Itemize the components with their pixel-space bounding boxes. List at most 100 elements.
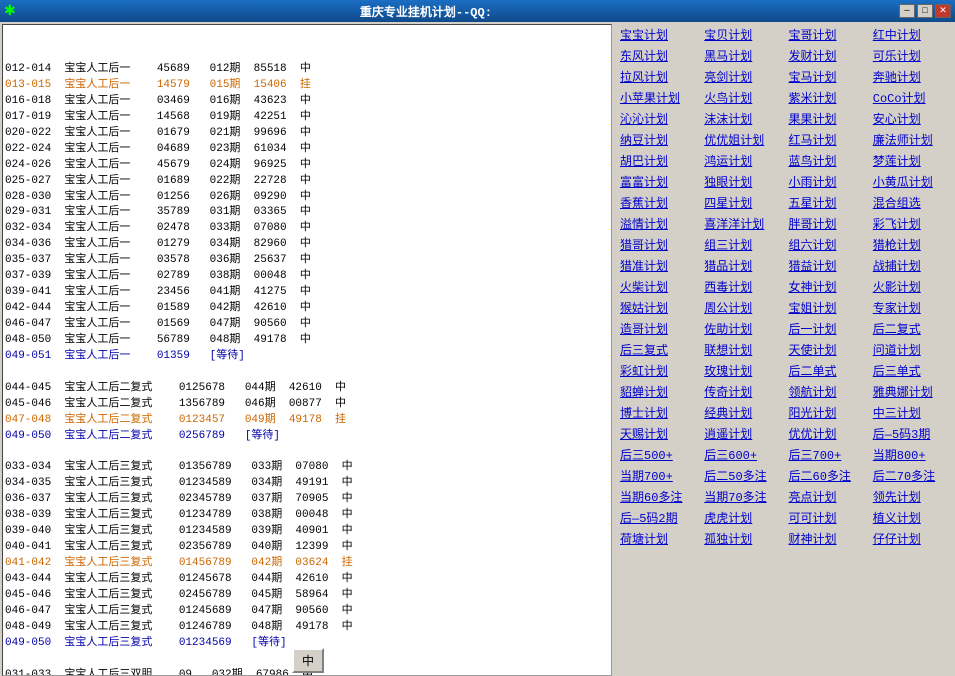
- right-link-item[interactable]: 猎哥计划: [616, 234, 700, 255]
- right-link-item[interactable]: 当期60多注: [616, 486, 700, 507]
- right-link-item[interactable]: 联想计划: [700, 339, 784, 360]
- right-link-item[interactable]: 小黄瓜计划: [869, 171, 953, 192]
- right-link-item[interactable]: 沫沫计划: [700, 108, 784, 129]
- maximize-button[interactable]: □: [917, 4, 933, 18]
- right-link-item[interactable]: 小苹果计划: [616, 87, 700, 108]
- right-link-item[interactable]: 猎准计划: [616, 255, 700, 276]
- right-link-item[interactable]: 经典计划: [700, 402, 784, 423]
- right-link-item[interactable]: 猎益计划: [785, 255, 869, 276]
- right-link-item[interactable]: 猎品计划: [700, 255, 784, 276]
- right-link-item[interactable]: 后三复式: [616, 339, 700, 360]
- right-link-item[interactable]: 宝马计划: [785, 66, 869, 87]
- right-link-item[interactable]: 胡巴计划: [616, 150, 700, 171]
- right-link-item[interactable]: 后三500+: [616, 444, 700, 465]
- right-link-item[interactable]: 后三700+: [785, 444, 869, 465]
- right-link-item[interactable]: 当期700+: [616, 465, 700, 486]
- right-link-item[interactable]: 纳豆计划: [616, 129, 700, 150]
- left-scroll-content[interactable]: 012-014 宝宝人工后一 45689 012期 85518 中013-015…: [3, 25, 611, 675]
- right-link-item[interactable]: 猎枪计划: [869, 234, 953, 255]
- right-link-item[interactable]: 猴姑计划: [616, 297, 700, 318]
- right-link-item[interactable]: 东风计划: [616, 45, 700, 66]
- right-link-item[interactable]: 孤独计划: [700, 528, 784, 549]
- right-link-item[interactable]: 红马计划: [785, 129, 869, 150]
- right-link-item[interactable]: 后二复式: [869, 318, 953, 339]
- right-link-item[interactable]: 后二60多注: [785, 465, 869, 486]
- right-link-item[interactable]: 后二70多注: [869, 465, 953, 486]
- right-link-item[interactable]: 蓝鸟计划: [785, 150, 869, 171]
- right-link-item[interactable]: 天使计划: [785, 339, 869, 360]
- right-link-item[interactable]: 造哥计划: [616, 318, 700, 339]
- right-link-item[interactable]: 领先计划: [869, 486, 953, 507]
- right-link-item[interactable]: 彩飞计划: [869, 213, 953, 234]
- right-link-item[interactable]: 胖哥计划: [785, 213, 869, 234]
- right-link-item[interactable]: 战捕计划: [869, 255, 953, 276]
- right-link-item[interactable]: 雅典娜计划: [869, 381, 953, 402]
- right-link-item[interactable]: 彩虹计划: [616, 360, 700, 381]
- right-link-item[interactable]: 领航计划: [785, 381, 869, 402]
- right-link-item[interactable]: 红中计划: [869, 24, 953, 45]
- right-link-item[interactable]: 佐助计划: [700, 318, 784, 339]
- right-link-item[interactable]: 混合组选: [869, 192, 953, 213]
- right-link-item[interactable]: 天赐计划: [616, 423, 700, 444]
- right-link-item[interactable]: 逍遥计划: [700, 423, 784, 444]
- right-link-item[interactable]: 宝贝计划: [700, 24, 784, 45]
- right-link-item[interactable]: 中三计划: [869, 402, 953, 423]
- right-link-item[interactable]: 黑马计划: [700, 45, 784, 66]
- right-link-item[interactable]: 宝哥计划: [785, 24, 869, 45]
- right-link-item[interactable]: 安心计划: [869, 108, 953, 129]
- right-link-item[interactable]: 优优计划: [785, 423, 869, 444]
- right-link-item[interactable]: 当期70多注: [700, 486, 784, 507]
- right-link-item[interactable]: 优优姐计划: [700, 129, 784, 150]
- right-link-item[interactable]: 后二50多注: [700, 465, 784, 486]
- right-link-item[interactable]: 荷塘计划: [616, 528, 700, 549]
- right-link-item[interactable]: 亮剑计划: [700, 66, 784, 87]
- right-link-item[interactable]: 鸿运计划: [700, 150, 784, 171]
- right-link-item[interactable]: 香蕉计划: [616, 192, 700, 213]
- right-link-item[interactable]: 周公计划: [700, 297, 784, 318]
- right-link-item[interactable]: 阳光计划: [785, 402, 869, 423]
- right-link-item[interactable]: 可可计划: [785, 507, 869, 528]
- right-link-item[interactable]: 沁沁计划: [616, 108, 700, 129]
- close-button[interactable]: ✕: [935, 4, 951, 18]
- right-link-item[interactable]: 仔仔计划: [869, 528, 953, 549]
- right-link-item[interactable]: 后—5码2期: [616, 507, 700, 528]
- right-link-item[interactable]: 奔驰计划: [869, 66, 953, 87]
- right-link-item[interactable]: 组三计划: [700, 234, 784, 255]
- right-link-item[interactable]: 貂蝉计划: [616, 381, 700, 402]
- right-link-item[interactable]: 宝宝计划: [616, 24, 700, 45]
- right-link-item[interactable]: 财神计划: [785, 528, 869, 549]
- right-link-item[interactable]: 玫瑰计划: [700, 360, 784, 381]
- right-link-item[interactable]: 四星计划: [700, 192, 784, 213]
- right-link-item[interactable]: 当期800+: [869, 444, 953, 465]
- right-link-item[interactable]: 火影计划: [869, 276, 953, 297]
- right-link-item[interactable]: 五星计划: [785, 192, 869, 213]
- right-link-item[interactable]: 拉风计划: [616, 66, 700, 87]
- right-link-item[interactable]: 廉法师计划: [869, 129, 953, 150]
- right-link-item[interactable]: 组六计划: [785, 234, 869, 255]
- right-link-item[interactable]: 后—5码3期: [869, 423, 953, 444]
- right-link-item[interactable]: 问道计划: [869, 339, 953, 360]
- right-link-item[interactable]: 独眼计划: [700, 171, 784, 192]
- right-link-item[interactable]: 果果计划: [785, 108, 869, 129]
- right-link-item[interactable]: 博士计划: [616, 402, 700, 423]
- right-link-item[interactable]: 亮点计划: [785, 486, 869, 507]
- right-link-item[interactable]: 喜洋洋计划: [700, 213, 784, 234]
- status-button[interactable]: 中: [292, 648, 324, 673]
- right-link-item[interactable]: 火鸟计划: [700, 87, 784, 108]
- right-link-item[interactable]: 梦莲计划: [869, 150, 953, 171]
- right-link-item[interactable]: 富富计划: [616, 171, 700, 192]
- right-link-item[interactable]: 后三600+: [700, 444, 784, 465]
- minimize-button[interactable]: ─: [899, 4, 915, 18]
- right-link-item[interactable]: 后二单式: [785, 360, 869, 381]
- right-link-item[interactable]: 虎虎计划: [700, 507, 784, 528]
- right-link-item[interactable]: 可乐计划: [869, 45, 953, 66]
- right-link-item[interactable]: 后三单式: [869, 360, 953, 381]
- right-link-item[interactable]: 专家计划: [869, 297, 953, 318]
- right-link-item[interactable]: 溢情计划: [616, 213, 700, 234]
- right-link-item[interactable]: 发财计划: [785, 45, 869, 66]
- right-link-item[interactable]: 紫米计划: [785, 87, 869, 108]
- right-link-item[interactable]: 女神计划: [785, 276, 869, 297]
- right-link-item[interactable]: 传奇计划: [700, 381, 784, 402]
- right-link-item[interactable]: 西毒计划: [700, 276, 784, 297]
- right-link-item[interactable]: 小雨计划: [785, 171, 869, 192]
